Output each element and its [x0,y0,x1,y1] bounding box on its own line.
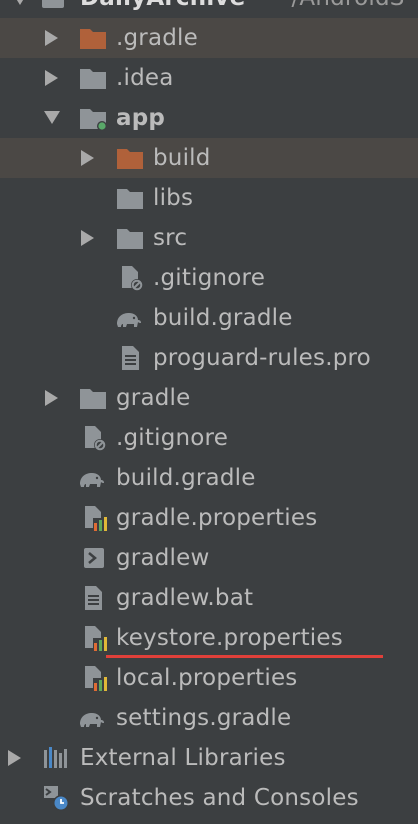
tree-row-dot-gradle[interactable]: .gradle [0,18,418,58]
tree-item-label: Scratches and Consoles [80,785,359,811]
tree-item-label: build.gradle [116,465,256,491]
tree-row-app-build-gradle[interactable]: build.gradle [0,298,418,338]
tree-row-gradlew-bat[interactable]: gradlew.bat [0,578,418,618]
tree-item-label: local.properties [116,665,298,691]
folder-icon [79,64,107,92]
properties-file-icon [81,504,109,532]
tree-item-label: gradlew.bat [116,585,254,611]
libraries-icon [42,744,70,772]
expand-arrow-icon[interactable] [81,230,94,246]
gradle-elephant-icon [114,304,142,332]
collapse-arrow-icon[interactable] [44,111,60,124]
project-tree: DailyArchive ~/AndroidS .gradle .idea ap… [0,0,418,824]
folder-icon [116,224,144,252]
tree-row-local-properties[interactable]: local.properties [0,658,418,698]
tree-item-label: .idea [116,65,174,91]
tree-row-gitignore[interactable]: .gitignore [0,418,418,458]
folder-orange-icon [116,144,144,172]
properties-file-icon [81,664,109,692]
collapse-arrow-icon[interactable] [12,0,28,5]
expand-arrow-icon[interactable] [8,750,21,766]
tree-item-label: src [153,225,188,251]
folder-orange-icon [79,24,107,52]
tree-row-settings-gradle[interactable]: settings.gradle [0,698,418,738]
tree-row-proguard[interactable]: proguard-rules.pro [0,338,418,378]
tree-item-label: .gitignore [153,265,266,291]
folder-icon [79,384,107,412]
project-name: DailyArchive [80,0,245,18]
ignored-file-icon [81,424,109,452]
tree-item-label: proguard-rules.pro [153,345,371,371]
tree-row-app-gitignore[interactable]: .gitignore [0,258,418,298]
tree-row-gradle-folder[interactable]: gradle [0,378,418,418]
text-file-icon [118,344,146,372]
tree-row-project-root[interactable]: DailyArchive ~/AndroidS [0,0,418,18]
ignored-file-icon [118,264,146,292]
folder-icon [116,184,144,212]
tree-row-libs[interactable]: libs [0,178,418,218]
tree-row-build[interactable]: build [0,138,418,178]
tree-row-build-gradle[interactable]: build.gradle [0,458,418,498]
expand-arrow-icon[interactable] [45,30,58,46]
tree-item-label: build [153,145,211,171]
tree-item-label: .gitignore [116,425,229,451]
tree-item-label: External Libraries [80,745,286,771]
scratches-icon [42,784,70,812]
project-path: ~/AndroidS [272,0,405,18]
tree-item-label: build.gradle [153,305,293,331]
expand-arrow-icon[interactable] [45,70,58,86]
project-module-icon [40,0,68,12]
tree-row-external-libraries[interactable]: External Libraries [0,738,418,778]
text-file-icon [81,584,109,612]
expand-arrow-icon[interactable] [81,150,94,166]
gradle-elephant-icon [77,464,105,492]
tree-item-label: settings.gradle [116,705,292,731]
tree-item-label: .gradle [116,25,199,51]
tree-row-src[interactable]: src [0,218,418,258]
module-folder-icon [79,104,107,132]
tree-row-scratches[interactable]: Scratches and Consoles [0,778,418,818]
tree-row-gradle-properties[interactable]: gradle.properties [0,498,418,538]
gradle-elephant-icon [77,704,105,732]
tree-row-idea[interactable]: .idea [0,58,418,98]
properties-file-icon [81,624,109,652]
shell-script-icon [81,544,109,572]
tree-row-keystore-properties[interactable]: keystore.properties [0,618,418,658]
tree-item-label: gradle.properties [116,505,318,531]
tree-row-gradlew[interactable]: gradlew [0,538,418,578]
tree-item-label: app [116,105,166,131]
tree-row-app[interactable]: app [0,98,418,138]
tree-item-label: gradlew [116,545,210,571]
tree-item-label: libs [153,185,194,211]
expand-arrow-icon[interactable] [45,390,58,406]
tree-item-label: gradle [116,385,191,411]
tree-item-label: keystore.properties [116,625,343,651]
